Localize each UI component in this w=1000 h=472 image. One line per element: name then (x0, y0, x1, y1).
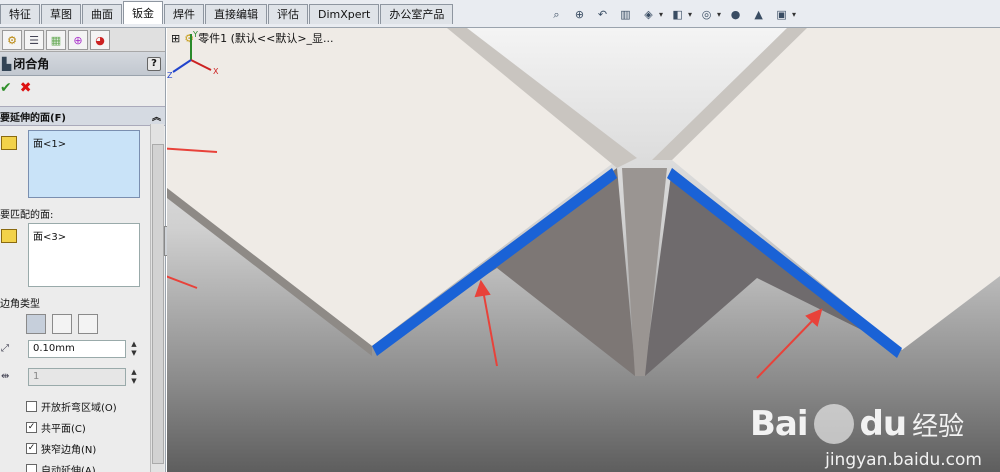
ok-cancel-row: ✔ ✖ (0, 76, 165, 100)
tab-sketch[interactable]: 草图 (41, 4, 81, 24)
tab-office-products[interactable]: 办公室产品 (380, 4, 454, 24)
coplanar-option[interactable]: ✓ 共平面(C) (26, 417, 165, 438)
zoom-area-icon[interactable]: ⊕ (571, 7, 588, 22)
narrow-corner-label: 狭窄边角(N) (41, 445, 97, 456)
faces-to-match-row: 面<3> (0, 223, 165, 289)
property-manager-tab-icon[interactable]: ☰ (24, 30, 44, 50)
gap-distance-icon: ⤢ (1, 343, 9, 354)
closed-corner-icon: ▙ (2, 56, 12, 71)
collapse-icon[interactable]: ︽ (152, 110, 161, 123)
faces-to-match-label: 要匹配的面: (0, 210, 54, 221)
command-manager-tabs: 特征 草图 曲面 钣金 焊件 直接编辑 评估 DimXpert 办公室产品 (0, 1, 454, 24)
coplanar-checkbox[interactable]: ✓ (26, 422, 37, 433)
overlap-ratio-stepper[interactable]: ▲ ▼ (128, 368, 140, 386)
underlap-corner-button[interactable] (78, 314, 98, 334)
corner-type-buttons (26, 314, 165, 334)
view-settings-icon[interactable]: ▣ (773, 7, 790, 22)
ok-button[interactable]: ✔ (0, 80, 12, 96)
heads-up-view-toolbar: ⌕ ⊕ ↶ ▥ ◈ ▾ ◧ ▾ ◎ ▾ ● ▲ ▣ ▾ (548, 7, 796, 22)
baidu-watermark: Bai du 经验 (750, 398, 1000, 450)
tab-weldments[interactable]: 焊件 (164, 4, 204, 24)
watermark-cn: 经验 (912, 411, 965, 442)
page-title: 闭合角 (13, 57, 50, 71)
tab-direct-editing[interactable]: 直接编辑 (205, 4, 267, 24)
tab-features[interactable]: 特征 (0, 4, 40, 24)
list-item[interactable]: 面<3> (33, 232, 66, 243)
panel-scrollbar[interactable] (150, 124, 164, 472)
list-item[interactable]: 面<1> (33, 139, 66, 150)
overlap-corner-button[interactable] (52, 314, 72, 334)
tab-dimxpert[interactable]: DimXpert (309, 4, 380, 24)
face-icon (1, 229, 17, 243)
overlap-ratio-row: ⇹ 1 ▲ ▼ (0, 368, 165, 390)
view-orientation-icon[interactable]: ◈ (640, 7, 657, 22)
gap-distance-row: ⤢ 0.10mm ▲ ▼ (0, 340, 165, 362)
annotation-arrow (167, 275, 198, 289)
gap-distance-input[interactable]: 0.10mm (28, 340, 126, 358)
display-style-icon[interactable]: ◧ (669, 7, 686, 22)
chevron-down-icon[interactable]: ▾ (688, 10, 692, 19)
command-manager: 特征 草图 曲面 钣金 焊件 直接编辑 评估 DimXpert 办公室产品 ⌕ … (0, 0, 1000, 28)
butt-corner-button[interactable] (26, 314, 46, 334)
open-bend-region-option[interactable]: 开放折弯区域(O) (26, 396, 165, 417)
previous-view-icon[interactable]: ↶ (594, 7, 611, 22)
faces-group-title: 要延伸的面(F) (0, 112, 66, 124)
scrollbar-thumb[interactable] (152, 144, 164, 464)
auto-propagation-label: 自动延伸(A) (41, 466, 96, 472)
tab-evaluate[interactable]: 评估 (268, 4, 308, 24)
open-bend-region-checkbox[interactable] (26, 401, 37, 412)
help-button[interactable]: ? (147, 56, 161, 71)
overlap-ratio-input[interactable]: 1 (28, 368, 126, 386)
corner-type-label: 边角类型 (0, 299, 40, 310)
section-view-icon[interactable]: ▥ (617, 7, 634, 22)
chevron-down-icon[interactable]: ▾ (659, 10, 663, 19)
annotation-arrow (756, 308, 823, 379)
graphics-area[interactable]: ⊞ ⚙ 零件1 (默认<<默认>_显... Y X Z Bai du 经验 ji… (167, 28, 1000, 472)
annotation-arrow (474, 279, 498, 367)
hide-show-icon[interactable]: ◎ (698, 7, 715, 22)
edit-appearance-icon[interactable]: ● (727, 7, 744, 22)
tab-surfaces[interactable]: 曲面 (82, 4, 122, 24)
feature-manager-tab-icon[interactable]: ⚙ (2, 30, 22, 50)
pm-title-bar: ▙ 闭合角 ? (0, 52, 165, 76)
chevron-down-icon[interactable]: ▾ (717, 10, 721, 19)
watermark-brand: Bai (750, 404, 809, 444)
watermark-brand-2: du (859, 404, 908, 444)
reference-triad: Y X Z (167, 30, 219, 80)
baidu-paw-icon (813, 404, 854, 444)
property-manager-panel: ⚙ ☰ ▦ ⊕ ◕ ▙ 闭合角 ? ✔ ✖ 要延伸的面(F) ︽ 面<1> 要匹… (0, 28, 166, 472)
zoom-to-fit-icon[interactable]: ⌕ (548, 7, 565, 22)
configuration-manager-tab-icon[interactable]: ▦ (46, 30, 66, 50)
faces-to-extend-row: 面<1> (0, 130, 165, 200)
narrow-corner-checkbox[interactable]: ✓ (26, 443, 37, 454)
auto-propagation-checkbox[interactable] (26, 464, 37, 472)
apply-scene-icon[interactable]: ▲ (750, 7, 767, 22)
narrow-corner-option[interactable]: ✓ 狭窄边角(N) (26, 438, 165, 459)
overlap-ratio-icon: ⇹ (1, 371, 10, 382)
triad-z-label: Z (167, 71, 173, 80)
open-bend-region-label: 开放折弯区域(O) (41, 403, 117, 414)
chevron-down-icon[interactable]: ▾ (792, 10, 796, 19)
faces-to-extend-list[interactable]: 面<1> (28, 130, 140, 198)
triad-x-label: X (213, 67, 219, 76)
auto-propagation-option[interactable]: 自动延伸(A) (26, 459, 165, 472)
triad-y-label: Y (192, 30, 198, 39)
manager-tabs: ⚙ ☰ ▦ ⊕ ◕ (0, 28, 165, 52)
faces-to-match-list[interactable]: 面<3> (28, 223, 140, 287)
gap-distance-stepper[interactable]: ▲ ▼ (128, 340, 140, 358)
coplanar-label: 共平面(C) (41, 424, 86, 435)
display-manager-tab-icon[interactable]: ◕ (90, 30, 110, 50)
dimxpert-manager-tab-icon[interactable]: ⊕ (68, 30, 88, 50)
watermark-url: jingyan.baidu.com (825, 450, 982, 470)
face-icon (1, 136, 17, 150)
cancel-button[interactable]: ✖ (20, 80, 32, 96)
faces-group-header[interactable]: 要延伸的面(F) ︽ (0, 106, 165, 126)
tab-sheet-metal[interactable]: 钣金 (123, 1, 163, 24)
